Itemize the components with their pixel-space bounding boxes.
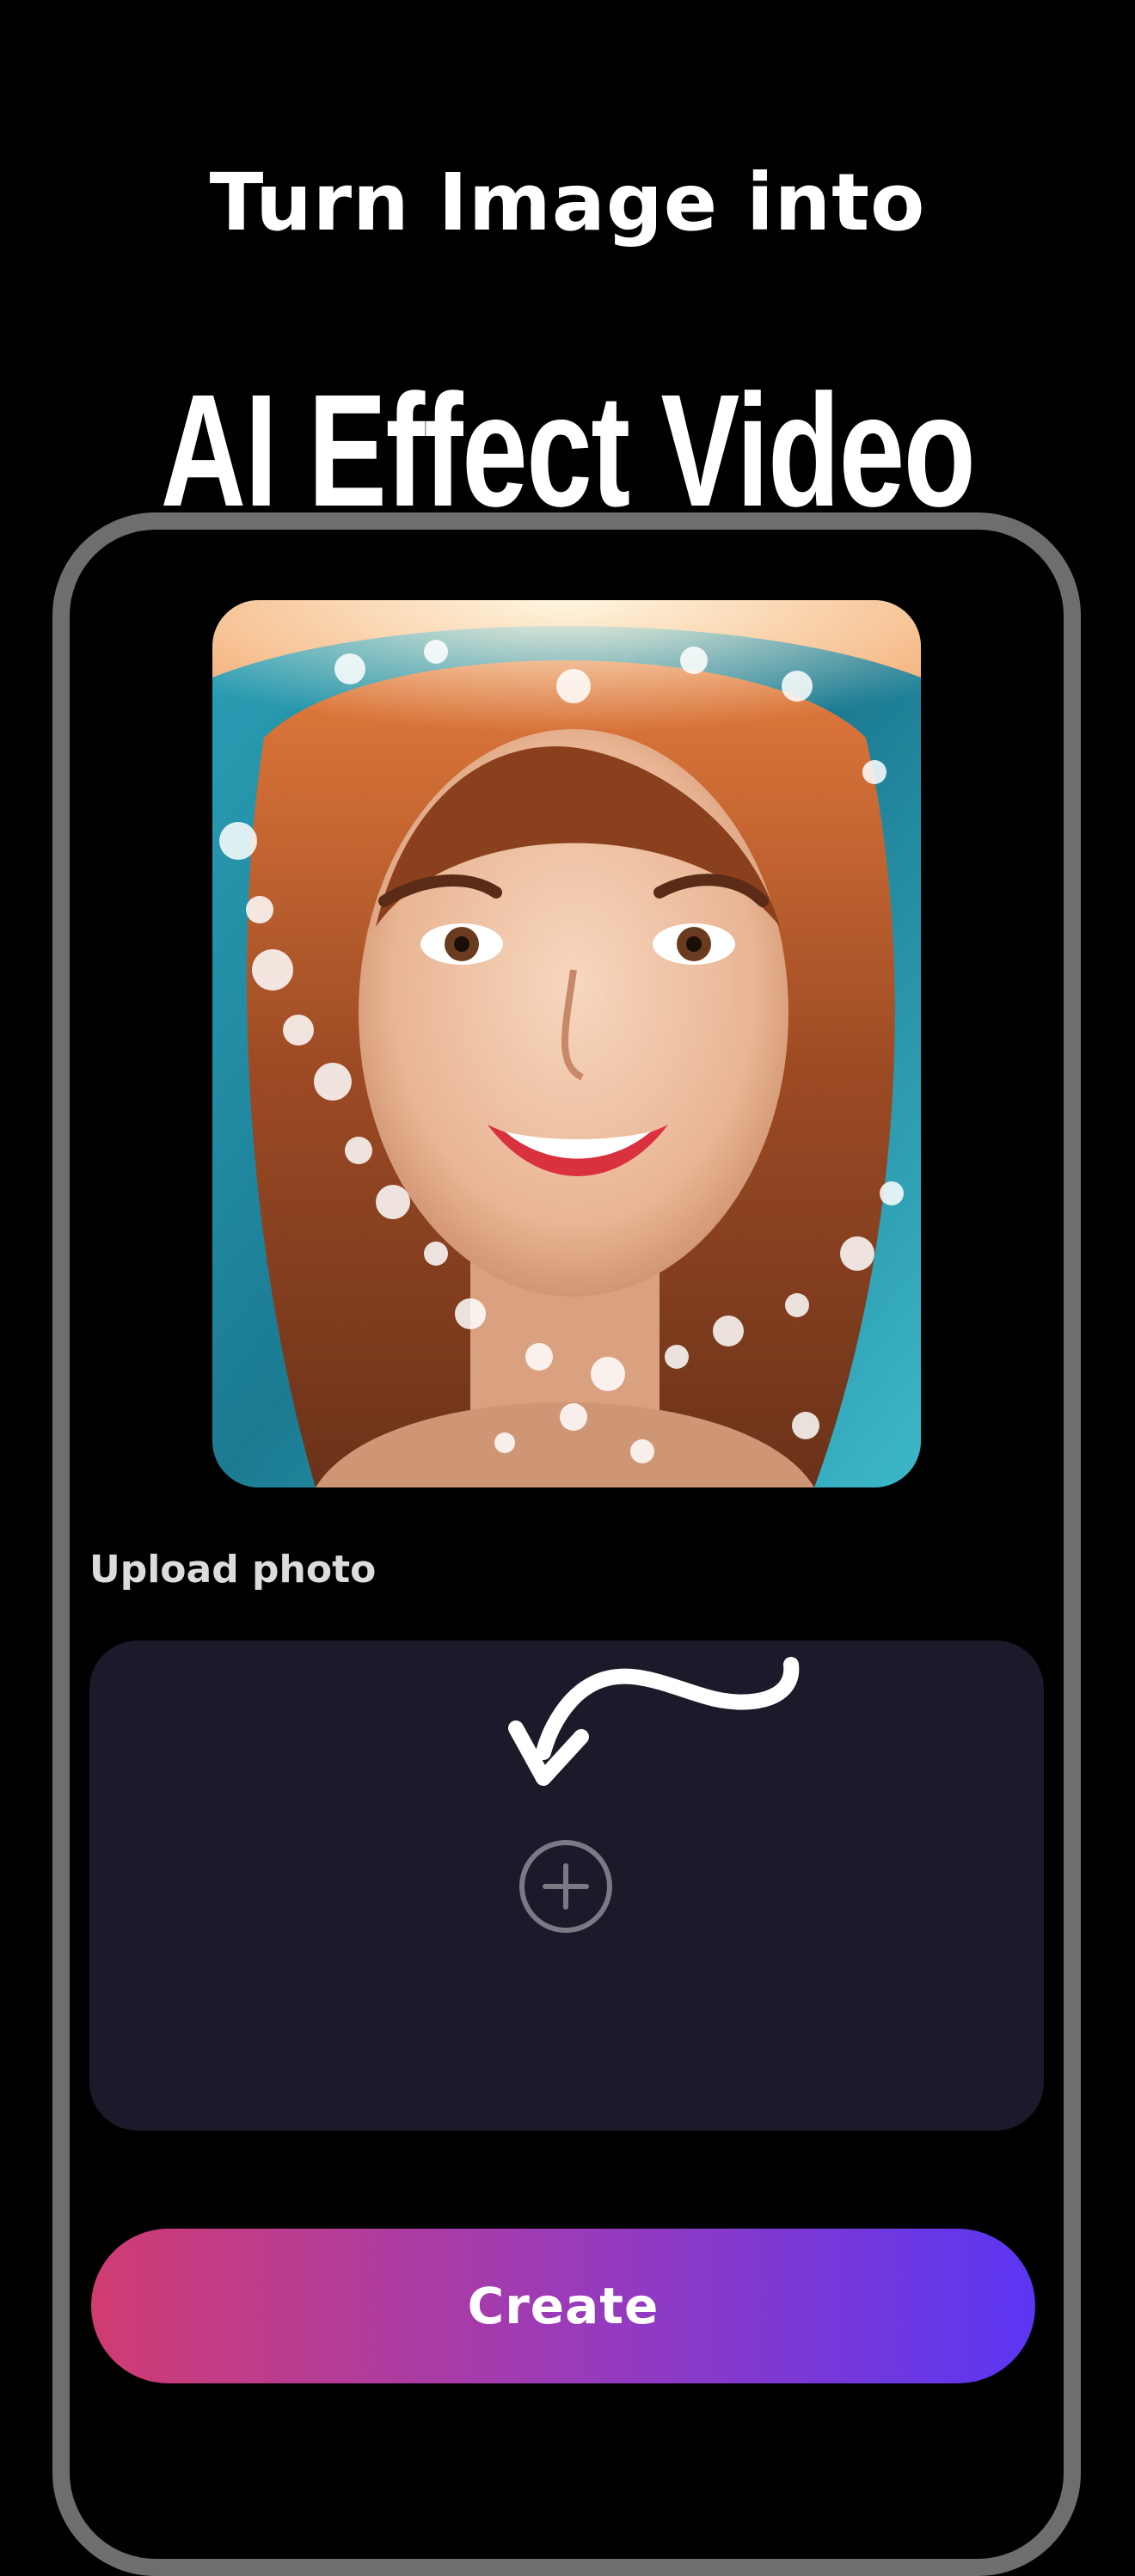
plus-circle-icon[interactable] [518,1838,614,1935]
example-preview-image [212,600,921,1487]
portrait-illustration [212,600,921,1487]
curved-arrow-icon [508,1657,800,1786]
upload-photo-label: Upload photo [89,1548,377,1592]
headline-line-2: AI Effect Video [160,362,976,541]
create-button[interactable]: Create [91,2229,1035,2383]
headline-line-1: Turn Image into [209,156,926,248]
